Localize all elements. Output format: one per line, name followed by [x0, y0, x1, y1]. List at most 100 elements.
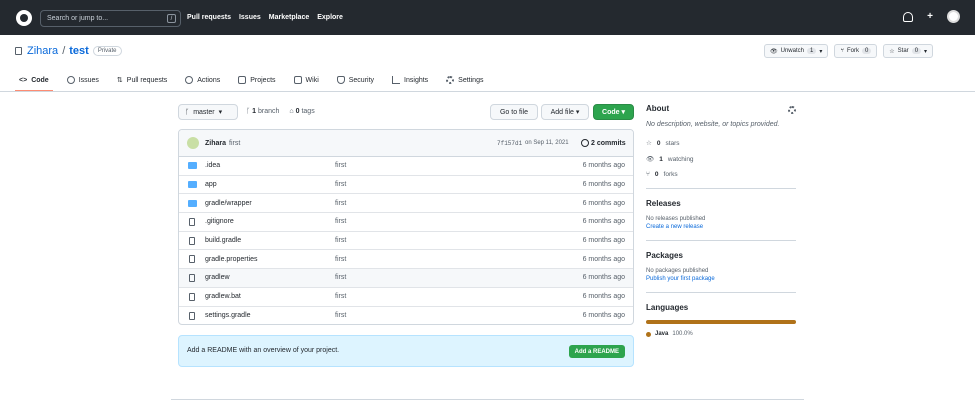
tab-wiki[interactable]: Wiki — [290, 69, 323, 91]
nav-pull-requests[interactable]: Pull requests — [187, 14, 231, 21]
commit-history-link[interactable]: 2 commits — [581, 139, 626, 147]
branch-count: 1 — [252, 108, 257, 115]
search-input[interactable]: Search or jump to... / — [40, 10, 181, 27]
code-button[interactable]: Code ▾ — [593, 104, 634, 120]
plus-icon[interactable]: + — [927, 11, 933, 22]
file-commit-message[interactable]: first — [335, 237, 346, 244]
repo-name-link[interactable]: test — [69, 45, 89, 57]
forks-label: forks — [663, 171, 678, 178]
file-row[interactable]: .gitignore first 6 months ago — [179, 213, 633, 232]
tab-issues[interactable]: Issues — [63, 69, 103, 91]
add-readme-button[interactable]: Add a README — [568, 345, 625, 358]
repo-actions: 👁 Unwatch 1 ▾ ⑂ Fork 0 ☆ Star 0 ▾ — [764, 44, 934, 58]
branches-link[interactable]: ᚴ 1 branch — [246, 108, 279, 115]
tab-pull-requests[interactable]: ⇅ Pull requests — [113, 69, 171, 91]
file-name-link[interactable]: .idea — [205, 162, 220, 169]
file-name-link[interactable]: settings.gradle — [205, 312, 251, 319]
file-commit-message[interactable]: first — [335, 162, 346, 169]
file-row[interactable]: gradle/wrapper first 6 months ago — [179, 194, 633, 214]
tab-label: Pull requests — [126, 76, 168, 84]
tab-projects[interactable]: Projects — [234, 69, 279, 91]
file-name-link[interactable]: build.gradle — [205, 237, 241, 244]
file-commit-message[interactable]: first — [335, 218, 346, 225]
about-heading: About — [646, 104, 670, 113]
star-button[interactable]: ☆ Star 0 ▾ — [883, 44, 934, 58]
file-commit-message[interactable]: first — [335, 274, 346, 281]
add-file-label: Add file — [550, 108, 574, 116]
sidebar-divider — [646, 292, 796, 293]
file-icon — [189, 311, 195, 320]
file-commit-time: 6 months ago — [582, 274, 625, 282]
nav-explore[interactable]: Explore — [317, 14, 343, 21]
language-percent: 100.0% — [672, 331, 693, 337]
file-name-link[interactable]: .gitignore — [205, 218, 234, 225]
file-commit-message[interactable]: first — [335, 293, 346, 300]
commit-message[interactable]: first — [229, 140, 240, 147]
file-row[interactable]: gradlew first 6 months ago — [179, 269, 633, 288]
tags-link[interactable]: ⌂ 0 tags — [289, 108, 314, 115]
file-row[interactable]: gradle.properties first 6 months ago — [179, 250, 633, 270]
tab-insights[interactable]: Insights — [388, 69, 432, 91]
top-navbar: Search or jump to... / Pull requests Iss… — [0, 0, 975, 35]
tab-label: Actions — [197, 76, 221, 84]
file-row[interactable]: settings.gradle first 6 months ago — [179, 307, 633, 325]
stars-stat[interactable]: ☆ 0 stars — [646, 139, 796, 148]
repo-owner-link[interactable]: Zihara — [27, 45, 58, 57]
commit-author[interactable]: Zihara — [205, 140, 226, 147]
gear-icon[interactable] — [788, 106, 796, 114]
shield-icon — [336, 76, 345, 84]
packages-heading[interactable]: Packages — [646, 251, 796, 260]
file-row[interactable]: build.gradle first 6 months ago — [179, 232, 633, 251]
commit-hash[interactable]: 7f157d1 — [497, 140, 522, 147]
unwatch-label: Unwatch — [780, 48, 804, 54]
publish-package-link[interactable]: Publish your first package — [646, 276, 796, 282]
branch-selector[interactable]: ᚴ master ▾ — [178, 104, 238, 120]
unwatch-button[interactable]: 👁 Unwatch 1 ▾ — [764, 44, 829, 58]
add-file-button[interactable]: Add file ▾ — [541, 104, 589, 120]
user-avatar[interactable] — [947, 10, 960, 23]
github-logo-icon[interactable] — [16, 10, 32, 26]
search-placeholder: Search or jump to... — [47, 15, 109, 22]
fork-label: Fork — [846, 48, 859, 54]
file-name-link[interactable]: gradlew — [205, 274, 230, 281]
search-shortcut-key: / — [167, 14, 176, 23]
file-commit-time: 6 months ago — [582, 162, 625, 170]
repo-sidebar: About No description, website, or topics… — [646, 104, 796, 337]
file-icon — [189, 255, 195, 264]
file-commit-message[interactable]: first — [335, 256, 346, 263]
file-row[interactable]: gradlew.bat first 6 months ago — [179, 288, 633, 307]
file-commit-message[interactable]: first — [335, 312, 346, 319]
tab-actions[interactable]: Actions — [181, 69, 224, 91]
file-row[interactable]: app first 6 months ago — [179, 176, 633, 195]
tab-label: Projects — [250, 76, 276, 84]
file-row[interactable]: .idea first 6 months ago — [179, 157, 633, 176]
file-name-link[interactable]: app — [205, 181, 217, 188]
bell-icon[interactable] — [903, 11, 914, 22]
file-name-link[interactable]: gradle.properties — [205, 256, 258, 263]
table-icon — [238, 76, 247, 84]
nav-marketplace[interactable]: Marketplace — [269, 14, 309, 21]
forks-stat[interactable]: ⑂ 0 forks — [646, 171, 796, 178]
file-commit-time: 6 months ago — [582, 199, 625, 207]
fork-button[interactable]: ⑂ Fork 0 — [834, 44, 878, 58]
stars-label: stars — [665, 139, 680, 147]
watching-stat[interactable]: 👁 1 watching — [646, 155, 796, 164]
releases-heading[interactable]: Releases — [646, 199, 796, 208]
file-commit-message[interactable]: first — [335, 181, 346, 188]
commit-author-avatar[interactable] — [187, 137, 199, 149]
file-list: .idea first 6 months ago app first 6 months a… — [179, 157, 633, 325]
file-name-link[interactable]: gradlew.bat — [205, 293, 241, 300]
tab-code[interactable]: <> Code — [15, 69, 53, 92]
create-release-link[interactable]: Create a new release — [646, 224, 796, 230]
branch-icon: ᚴ — [185, 108, 190, 116]
file-commit-message[interactable]: first — [335, 200, 346, 207]
file-name-link[interactable]: gradle/wrapper — [205, 200, 252, 207]
tab-security[interactable]: Security — [333, 69, 378, 91]
eye-icon: 👁 — [770, 48, 778, 55]
language-legend-item[interactable]: Java 100.0% — [646, 331, 796, 337]
tab-settings[interactable]: Settings — [442, 69, 487, 91]
play-icon — [185, 76, 194, 84]
nav-issues[interactable]: Issues — [239, 14, 261, 21]
file-icon — [189, 292, 195, 301]
go-to-file-button[interactable]: Go to file — [490, 104, 538, 120]
